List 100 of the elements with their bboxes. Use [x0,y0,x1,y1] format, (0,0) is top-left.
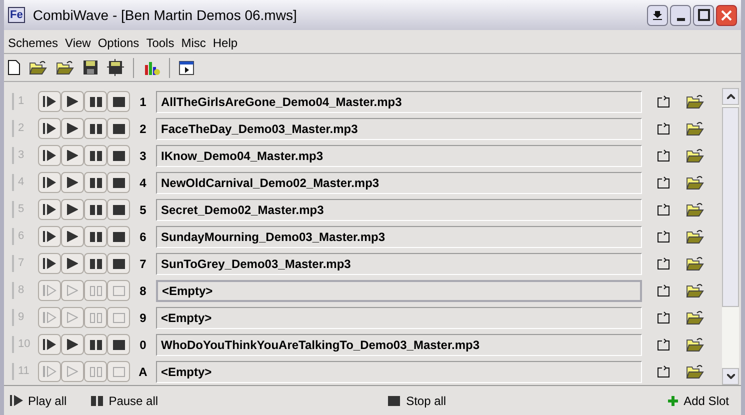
play-from-start-icon[interactable] [42,231,56,242]
play-from-start-icon[interactable] [42,96,56,107]
loop-icon[interactable] [657,230,671,243]
play-from-start-icon[interactable] [42,339,56,350]
open-folder-icon[interactable] [686,94,704,109]
pin-button[interactable] [647,4,668,26]
pause-icon[interactable] [90,96,102,106]
play-from-start-button[interactable] [38,118,61,139]
open-folder-icon[interactable] [686,229,704,244]
play-from-start-button[interactable] [38,334,61,355]
play-icon[interactable] [67,231,78,242]
pause-icon[interactable] [90,124,102,134]
scrollbar-thumb[interactable] [722,107,739,307]
play-from-start-icon[interactable] [42,123,56,134]
play-icon[interactable] [67,96,78,107]
file-name-field[interactable]: Secret_Demo02_Master.mp3 [156,198,642,220]
play-button[interactable] [61,334,84,355]
pause-icon[interactable] [90,204,102,214]
new-file-icon[interactable] [8,60,20,75]
loop-icon[interactable] [657,338,671,351]
save-icon[interactable] [83,60,98,75]
pause-all-button[interactable]: Pause all [90,392,158,410]
stop-icon[interactable] [112,258,124,268]
loop-icon[interactable] [657,176,671,189]
open-folder-icon[interactable] [686,364,704,379]
play-button[interactable] [61,145,84,166]
stop-button[interactable] [107,199,130,220]
stop-button[interactable] [107,118,130,139]
play-from-start-icon[interactable] [42,258,56,269]
open-folder-icon[interactable] [686,175,704,190]
play-from-start-button[interactable] [38,307,61,328]
menu-item[interactable]: Options [98,34,140,52]
close-button[interactable] [716,4,737,26]
numbered-folder-icon[interactable] [56,60,74,75]
pause-icon[interactable] [90,396,103,406]
stop-icon[interactable] [112,124,124,134]
maximize-button[interactable] [693,4,714,26]
stop-button[interactable] [107,253,130,274]
file-name-field[interactable]: <Empty> [156,280,642,302]
play-from-start-icon[interactable] [42,150,56,161]
stop-icon[interactable] [112,340,124,350]
pause-button[interactable] [84,334,107,355]
file-name-field[interactable]: SunToGrey_Demo03_Master.mp3 [156,252,642,274]
file-name-field[interactable]: <Empty> [156,360,642,382]
file-name-field[interactable]: FaceTheDay_Demo03_Master.mp3 [156,118,642,140]
play-from-start-icon[interactable] [42,177,56,188]
open-folder-icon[interactable] [686,337,704,352]
play-from-start-button[interactable] [38,280,61,301]
loop-icon[interactable] [657,365,671,378]
play-from-start-button[interactable] [38,199,61,220]
save-all-icon[interactable] [107,59,124,76]
open-folder-icon[interactable] [686,283,704,298]
stop-icon[interactable] [388,396,400,406]
play-button[interactable] [61,253,84,274]
play-button[interactable] [61,118,84,139]
stop-icon[interactable] [112,150,124,160]
menu-item[interactable]: Tools [146,34,174,52]
menu-item[interactable]: Misc [181,34,206,52]
play-from-start-button[interactable] [38,172,61,193]
play-from-start-icon[interactable] [42,366,56,377]
menu-item[interactable]: Schemes [8,34,58,52]
stop-button[interactable] [107,145,130,166]
loop-icon[interactable] [657,95,671,108]
play-button[interactable] [61,199,84,220]
play-button[interactable] [61,226,84,247]
play-all-button[interactable]: Play all [10,392,67,410]
pause-button[interactable] [84,172,107,193]
pause-button[interactable] [84,199,107,220]
play-from-start-button[interactable] [38,91,61,112]
pause-button[interactable] [84,253,107,274]
file-name-field[interactable]: <Empty> [156,306,642,328]
stop-icon[interactable] [112,96,124,106]
stop-button[interactable] [107,91,130,112]
play-from-start-button[interactable] [38,361,61,382]
pause-icon[interactable] [90,150,102,160]
loop-icon[interactable] [657,122,671,135]
open-folder-icon[interactable] [686,202,704,217]
pause-icon[interactable] [90,340,102,350]
stop-all-button[interactable]: Stop all [388,392,446,410]
play-from-start-button[interactable] [38,253,61,274]
tools-icon[interactable] [143,59,160,76]
pause-icon[interactable] [90,258,102,268]
open-folder-icon[interactable] [686,148,704,163]
play-icon[interactable] [67,339,78,350]
file-name-field[interactable]: WhoDoYouThinkYouAreTalkingTo_Demo03_Master.mp3 [156,334,642,356]
scrollbar[interactable] [722,88,739,385]
play-from-start-icon[interactable] [10,395,24,406]
play-button[interactable] [61,91,84,112]
loop-icon[interactable] [657,284,671,297]
open-folder-icon[interactable] [686,310,704,325]
stop-button[interactable] [107,226,130,247]
file-name-field[interactable]: AllTheGirlsAreGone_Demo04_Master.mp3 [156,90,642,112]
play-icon[interactable] [67,123,78,134]
play-icon[interactable] [67,258,78,269]
play-button[interactable] [61,172,84,193]
minimize-button[interactable] [670,4,691,26]
file-name-field[interactable]: NewOldCarnival_Demo02_Master.mp3 [156,172,642,194]
menu-item[interactable]: View [65,34,91,52]
pause-button[interactable] [84,145,107,166]
loop-icon[interactable] [657,257,671,270]
